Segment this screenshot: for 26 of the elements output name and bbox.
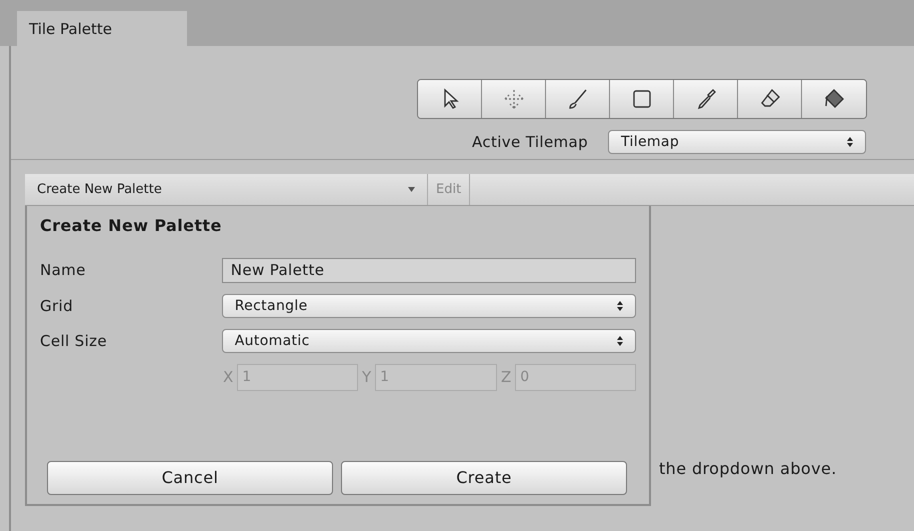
field-label: Cell Size xyxy=(40,330,108,352)
tilemap-dropdown[interactable]: Tilemap xyxy=(608,130,866,154)
name-field[interactable]: New Palette xyxy=(222,258,636,283)
cancel-button[interactable]: Cancel xyxy=(47,461,333,495)
eraser-tool[interactable] xyxy=(738,80,802,118)
field-label: Name xyxy=(40,260,87,282)
create-button[interactable]: Create xyxy=(341,461,627,495)
paint-bucket-tool[interactable] xyxy=(802,80,866,118)
palette-dropdown[interactable]: Create New Palette xyxy=(25,174,428,205)
pointer-tool[interactable] xyxy=(418,80,482,118)
stepper-icon xyxy=(617,301,623,311)
hint-text: the dropdown above. xyxy=(659,458,837,480)
axis-label: Z xyxy=(501,367,512,388)
stepper-icon xyxy=(847,137,853,147)
select-dropdown[interactable]: Rectangle xyxy=(222,294,636,318)
stepper-icon xyxy=(617,336,623,346)
window-tab[interactable]: Tile Palette xyxy=(17,11,187,47)
caret-icon xyxy=(408,187,415,192)
field-label: Grid xyxy=(40,296,74,317)
active-tilemap-label: Active Tilemap xyxy=(472,132,588,153)
select-dropdown[interactable]: Automatic xyxy=(222,329,636,353)
eyedropper-tool[interactable] xyxy=(674,80,738,118)
square-tool[interactable] xyxy=(610,80,674,118)
axis-label: Y xyxy=(362,367,372,388)
popup-title: Create New Palette xyxy=(40,215,223,237)
axis-label: X xyxy=(223,367,234,388)
